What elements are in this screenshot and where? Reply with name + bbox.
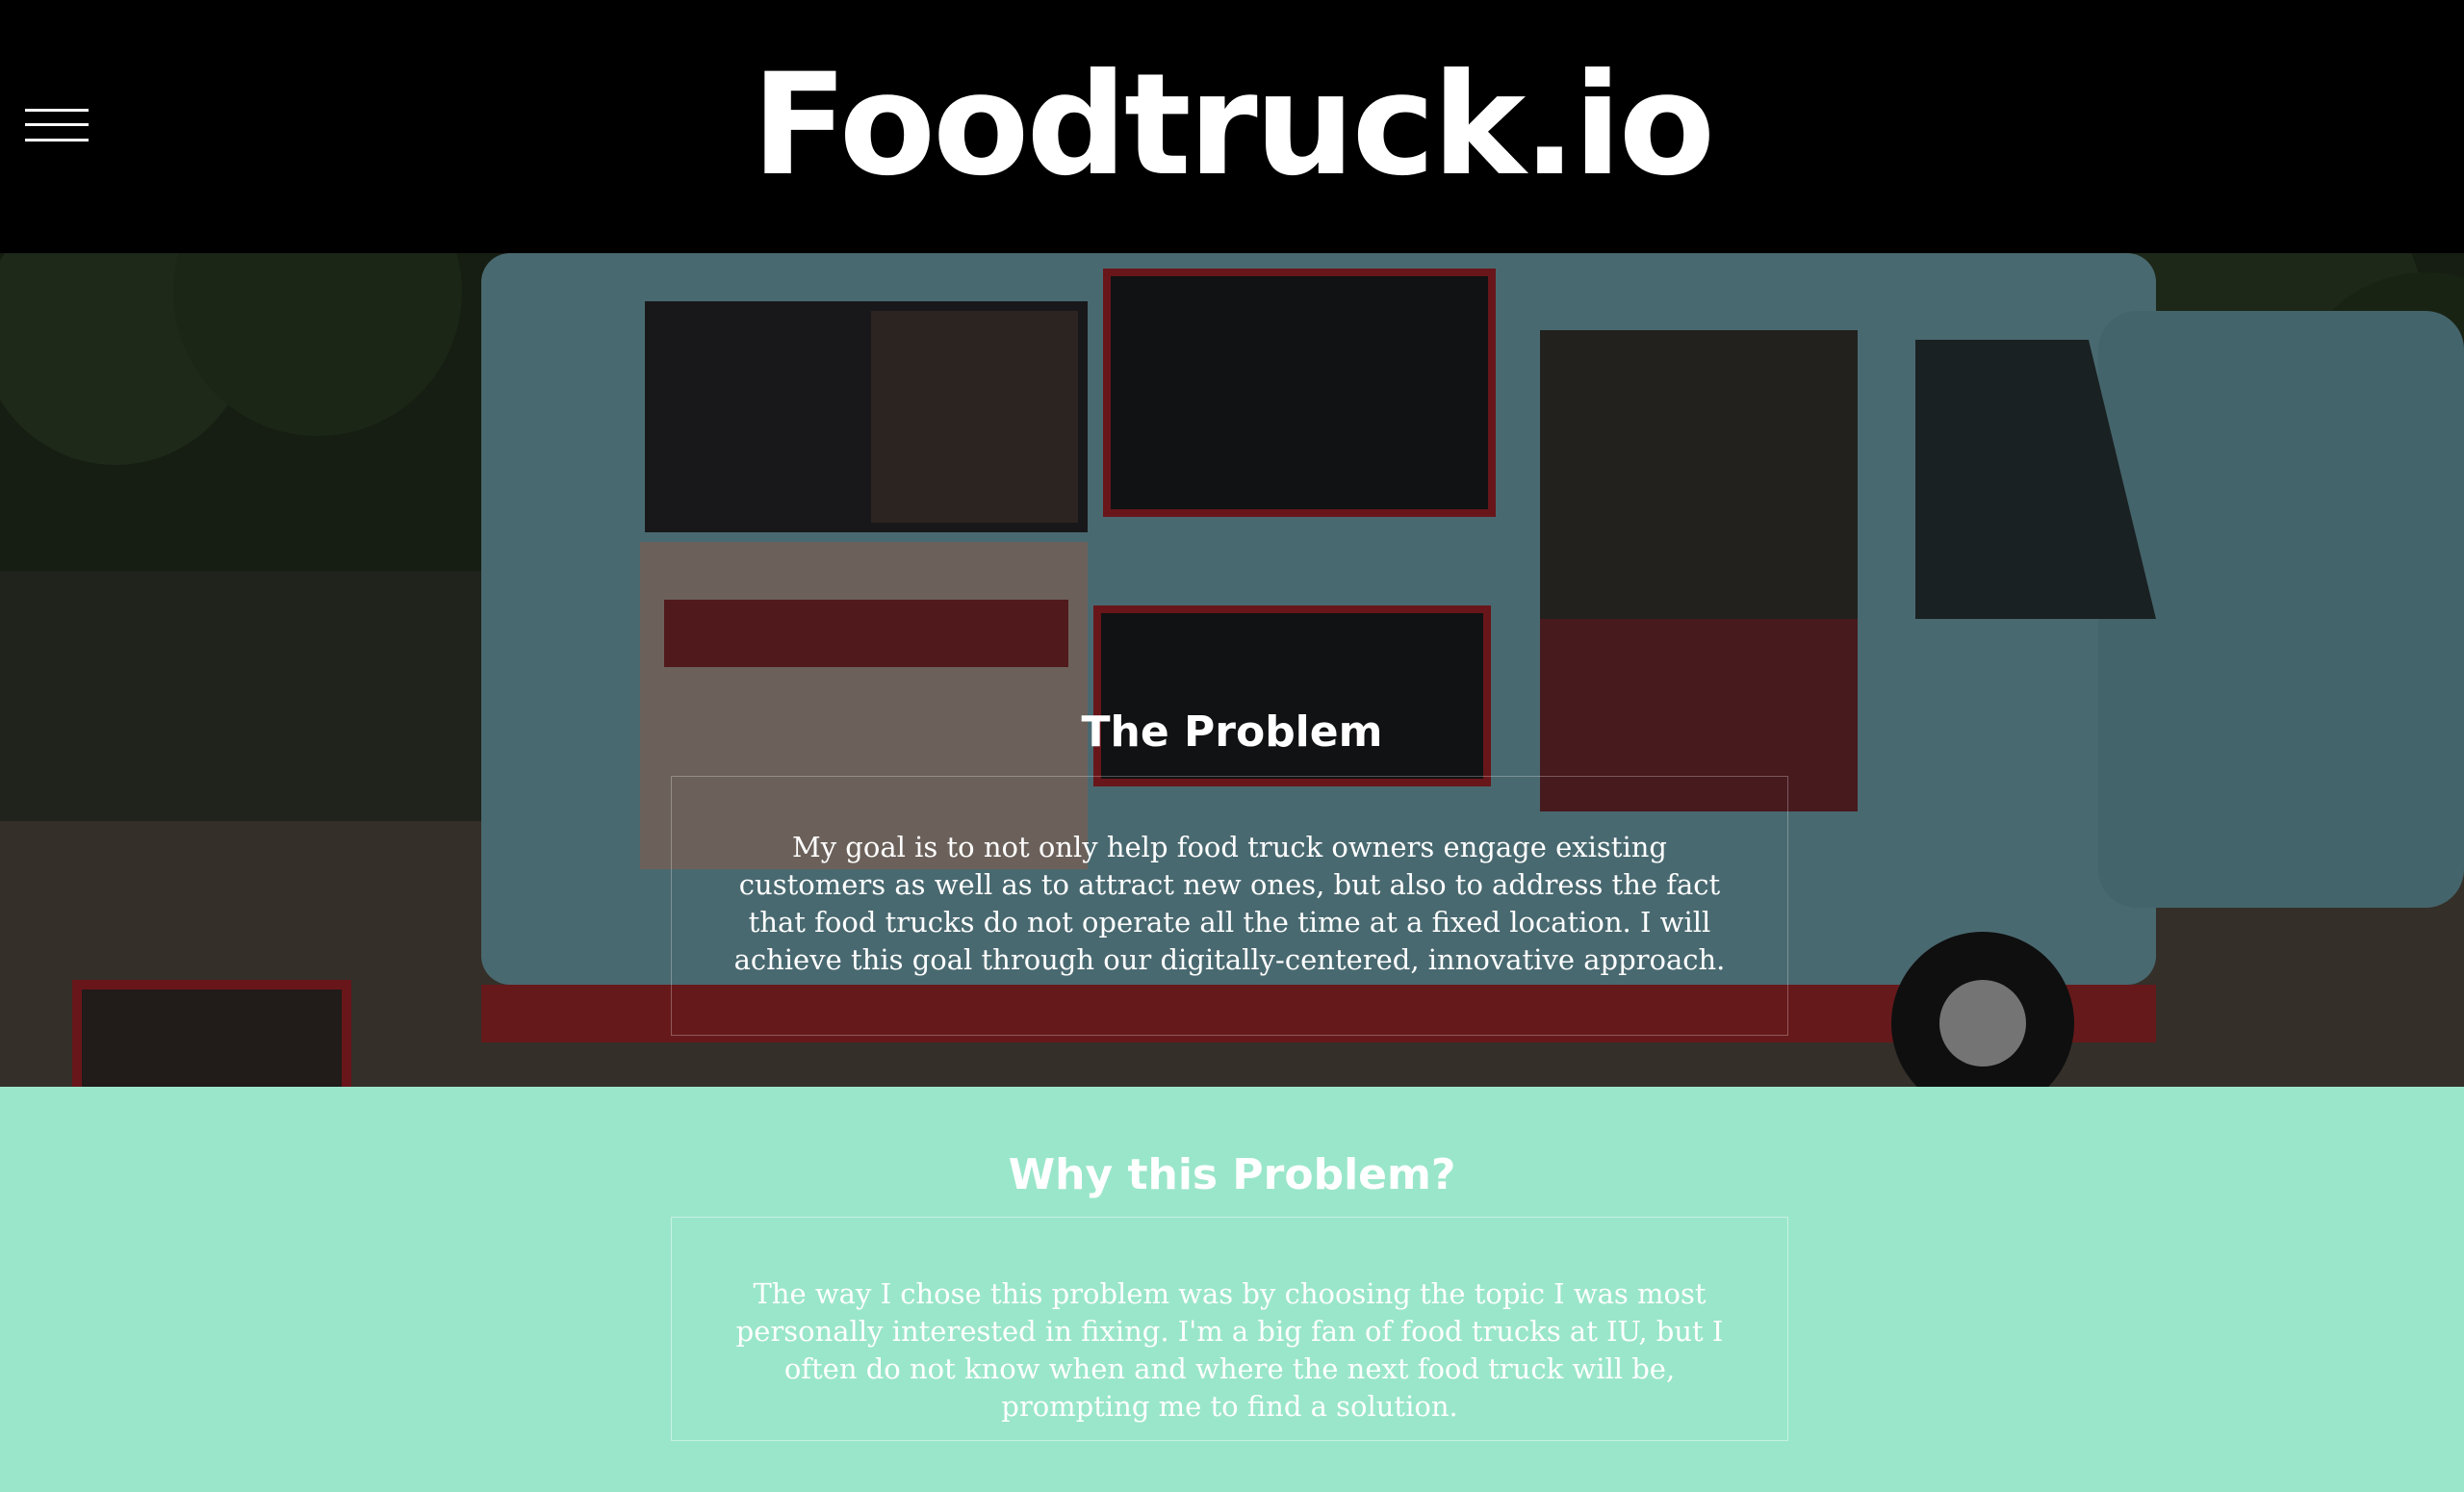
problem-heading: The Problem xyxy=(1081,707,1383,757)
site-logo[interactable]: Foodtruck.io xyxy=(0,39,2464,212)
why-section: Why this Problem? The way I chose this p… xyxy=(0,1087,2464,1492)
problem-text-box: My goal is to not only help food truck o… xyxy=(671,776,1788,1036)
problem-description: My goal is to not only help food truck o… xyxy=(733,831,1726,976)
site-header: Foodtruck.io xyxy=(0,0,2464,253)
why-heading: Why this Problem? xyxy=(1008,1150,1456,1199)
why-text-box: The way I chose this problem was by choo… xyxy=(671,1217,1788,1441)
problem-section: The Problem My goal is to not only help … xyxy=(0,253,2464,1087)
why-description: The way I chose this problem was by choo… xyxy=(735,1277,1724,1423)
